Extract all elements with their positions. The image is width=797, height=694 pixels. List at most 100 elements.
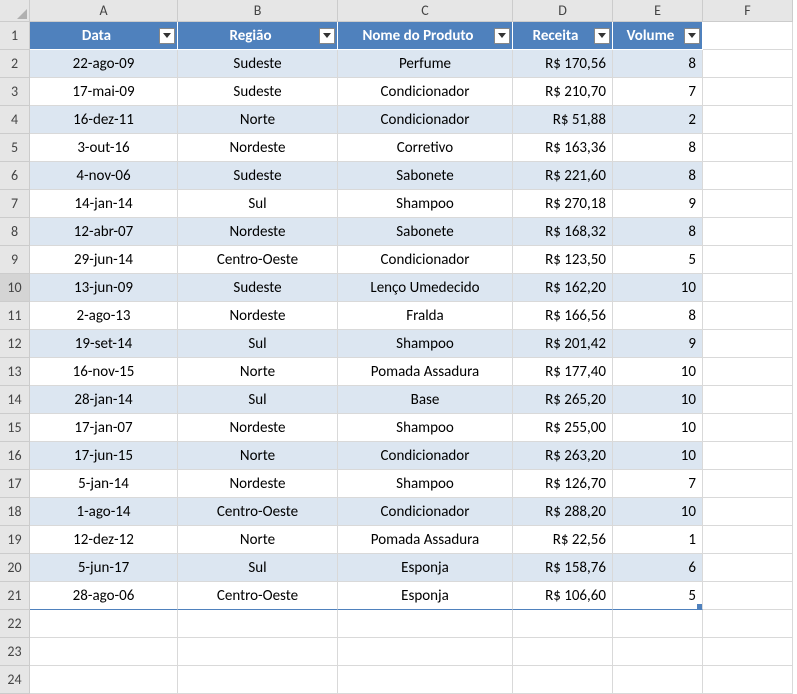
cell-F21[interactable] (703, 582, 793, 610)
table-cell-volume[interactable]: 7 (613, 470, 703, 498)
filter-dropdown-icon[interactable] (319, 28, 335, 44)
table-cell-regiao[interactable]: Sul (178, 330, 338, 358)
table-cell-volume[interactable]: 5 (613, 582, 703, 610)
table-cell-produto[interactable]: Condicionador (338, 78, 513, 106)
table-cell-volume[interactable]: 10 (613, 442, 703, 470)
table-cell-data[interactable]: 14-jan-14 (30, 190, 178, 218)
table-cell-receita[interactable]: R$ 201,42 (513, 330, 613, 358)
table-cell-regiao[interactable]: Sudeste (178, 274, 338, 302)
cell-F15[interactable] (703, 414, 793, 442)
table-cell-produto[interactable]: Condicionador (338, 246, 513, 274)
table-cell-receita[interactable]: R$ 270,18 (513, 190, 613, 218)
cell-F20[interactable] (703, 554, 793, 582)
table-cell-data[interactable]: 1-ago-14 (30, 498, 178, 526)
table-cell-regiao[interactable]: Sul (178, 554, 338, 582)
cell-F16[interactable] (703, 442, 793, 470)
row-header-16[interactable]: 16 (0, 442, 30, 470)
filter-dropdown-icon[interactable] (159, 28, 175, 44)
row-header-24[interactable]: 24 (0, 666, 30, 694)
cell-F23[interactable] (703, 638, 793, 666)
row-header-8[interactable]: 8 (0, 218, 30, 246)
cell-F1[interactable] (703, 22, 793, 50)
table-cell-data[interactable]: 19-set-14 (30, 330, 178, 358)
table-cell-produto[interactable]: Shampoo (338, 414, 513, 442)
table-cell-data[interactable]: 13-jun-09 (30, 274, 178, 302)
table-cell-receita[interactable]: R$ 168,32 (513, 218, 613, 246)
table-cell-receita[interactable]: R$ 51,88 (513, 106, 613, 134)
cell-A23[interactable] (30, 638, 178, 666)
table-cell-regiao[interactable]: Sul (178, 190, 338, 218)
table-cell-data[interactable]: 17-mai-09 (30, 78, 178, 106)
column-header-B[interactable]: B (178, 0, 338, 22)
table-cell-receita[interactable]: R$ 126,70 (513, 470, 613, 498)
table-cell-produto[interactable]: Shampoo (338, 470, 513, 498)
cell-F5[interactable] (703, 134, 793, 162)
filter-dropdown-icon[interactable] (494, 28, 510, 44)
row-header-14[interactable]: 14 (0, 386, 30, 414)
row-header-18[interactable]: 18 (0, 498, 30, 526)
table-header-volume[interactable]: Volume (613, 22, 703, 50)
cell-F22[interactable] (703, 610, 793, 638)
cell-E22[interactable] (613, 610, 703, 638)
cell-F19[interactable] (703, 526, 793, 554)
row-header-10[interactable]: 10 (0, 274, 30, 302)
row-header-23[interactable]: 23 (0, 638, 30, 666)
column-header-E[interactable]: E (613, 0, 703, 22)
table-cell-regiao[interactable]: Nordeste (178, 470, 338, 498)
table-cell-volume[interactable]: 10 (613, 498, 703, 526)
row-header-2[interactable]: 2 (0, 50, 30, 78)
table-cell-regiao[interactable]: Sudeste (178, 50, 338, 78)
cell-E24[interactable] (613, 666, 703, 694)
table-cell-volume[interactable]: 1 (613, 526, 703, 554)
table-cell-receita[interactable]: R$ 170,56 (513, 50, 613, 78)
table-cell-volume[interactable]: 10 (613, 274, 703, 302)
table-cell-receita[interactable]: R$ 255,00 (513, 414, 613, 442)
table-cell-data[interactable]: 28-jan-14 (30, 386, 178, 414)
table-header-produto[interactable]: Nome do Produto (338, 22, 513, 50)
table-cell-regiao[interactable]: Sul (178, 386, 338, 414)
cell-F10[interactable] (703, 274, 793, 302)
table-cell-receita[interactable]: R$ 210,70 (513, 78, 613, 106)
table-cell-regiao[interactable]: Norte (178, 106, 338, 134)
column-header-D[interactable]: D (513, 0, 613, 22)
column-header-A[interactable]: A (30, 0, 178, 22)
table-cell-volume[interactable]: 8 (613, 302, 703, 330)
table-cell-produto[interactable]: Perfume (338, 50, 513, 78)
table-cell-volume[interactable]: 8 (613, 162, 703, 190)
table-cell-regiao[interactable]: Norte (178, 442, 338, 470)
table-cell-produto[interactable]: Fralda (338, 302, 513, 330)
row-header-17[interactable]: 17 (0, 470, 30, 498)
cell-D22[interactable] (513, 610, 613, 638)
row-header-13[interactable]: 13 (0, 358, 30, 386)
cell-D23[interactable] (513, 638, 613, 666)
cell-F4[interactable] (703, 106, 793, 134)
cell-C22[interactable] (338, 610, 513, 638)
table-cell-regiao[interactable]: Nordeste (178, 302, 338, 330)
table-cell-receita[interactable]: R$ 123,50 (513, 246, 613, 274)
table-cell-data[interactable]: 4-nov-06 (30, 162, 178, 190)
table-cell-regiao[interactable]: Sudeste (178, 162, 338, 190)
table-cell-volume[interactable]: 7 (613, 78, 703, 106)
table-cell-regiao[interactable]: Norte (178, 526, 338, 554)
cell-F9[interactable] (703, 246, 793, 274)
row-header-7[interactable]: 7 (0, 190, 30, 218)
table-cell-data[interactable]: 16-dez-11 (30, 106, 178, 134)
table-cell-produto[interactable]: Shampoo (338, 190, 513, 218)
table-cell-receita[interactable]: R$ 288,20 (513, 498, 613, 526)
table-cell-receita[interactable]: R$ 22,56 (513, 526, 613, 554)
table-cell-produto[interactable]: Shampoo (338, 330, 513, 358)
table-cell-regiao[interactable]: Centro-Oeste (178, 498, 338, 526)
table-cell-regiao[interactable]: Centro-Oeste (178, 582, 338, 610)
table-cell-receita[interactable]: R$ 158,76 (513, 554, 613, 582)
cell-F24[interactable] (703, 666, 793, 694)
row-header-3[interactable]: 3 (0, 78, 30, 106)
table-cell-data[interactable]: 17-jan-07 (30, 414, 178, 442)
cell-E23[interactable] (613, 638, 703, 666)
cell-A22[interactable] (30, 610, 178, 638)
cell-A24[interactable] (30, 666, 178, 694)
table-cell-data[interactable]: 28-ago-06 (30, 582, 178, 610)
row-header-5[interactable]: 5 (0, 134, 30, 162)
filter-dropdown-icon[interactable] (684, 28, 700, 44)
table-cell-volume[interactable]: 10 (613, 414, 703, 442)
table-cell-produto[interactable]: Condicionador (338, 106, 513, 134)
